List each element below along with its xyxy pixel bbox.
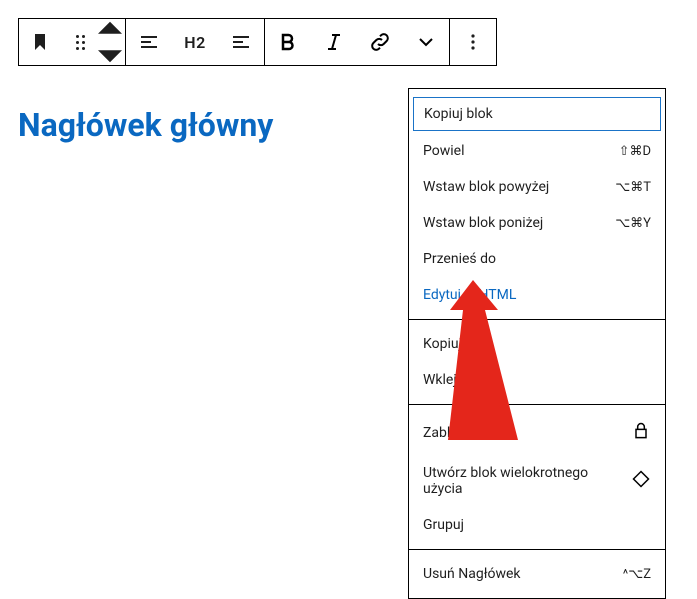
menu-paste-styles[interactable]: Wklej style xyxy=(409,362,665,398)
menu-shortcut: ⌥⌘T xyxy=(615,180,651,195)
toolbar-group-format xyxy=(265,19,450,65)
chevron-down-icon xyxy=(414,30,438,54)
menu-shortcut: ⇧⌘D xyxy=(619,144,651,159)
menu-copy-block[interactable]: Kopiuj blok xyxy=(413,97,661,131)
chevron-up-icon xyxy=(98,17,122,41)
menu-label: Zablokuj xyxy=(423,425,476,441)
lock-icon xyxy=(631,421,651,445)
text-align-icon xyxy=(229,30,253,54)
text-align-button[interactable] xyxy=(218,19,264,65)
options-dropdown: Kopiuj blok Powiel ⇧⌘D Wstaw blok powyże… xyxy=(408,88,666,599)
menu-label: Powiel xyxy=(423,143,464,159)
chevron-down-icon xyxy=(98,43,122,67)
menu-group[interactable]: Grupuj xyxy=(409,507,665,543)
menu-move-to[interactable]: Przenieś do xyxy=(409,241,665,277)
link-button[interactable] xyxy=(357,19,403,65)
kebab-icon xyxy=(461,30,485,54)
menu-copy-styles[interactable]: Kopiuj st xyxy=(409,326,665,362)
italic-button[interactable] xyxy=(311,19,357,65)
menu-label: Wklej style xyxy=(423,372,489,388)
options-button[interactable] xyxy=(450,19,496,65)
italic-icon xyxy=(322,30,346,54)
toolbar-group-align: H2 xyxy=(126,19,265,65)
menu-reusable[interactable]: Utwórz blok wielokrotnego użycia xyxy=(409,455,665,507)
dropdown-section-4: Usuń Nagłówek ^⌥Z xyxy=(409,550,665,598)
block-type-button[interactable] xyxy=(19,19,65,65)
menu-lock[interactable]: Zablokuj xyxy=(409,411,665,455)
heading-level-button[interactable]: H2 xyxy=(172,19,218,65)
dropdown-section-3: Zablokuj Utwórz blok wielokrotnego użyci… xyxy=(409,405,665,550)
menu-insert-above[interactable]: Wstaw blok powyżej ⌥⌘T xyxy=(409,169,665,205)
link-icon xyxy=(368,30,392,54)
menu-label: Wstaw blok poniżej xyxy=(423,215,543,231)
menu-label: Utwórz blok wielokrotnego użycia xyxy=(423,465,631,497)
menu-label: Kopiuj st xyxy=(423,336,477,352)
dropdown-section-1: Kopiuj blok Powiel ⇧⌘D Wstaw blok powyże… xyxy=(409,89,665,320)
menu-duplicate[interactable]: Powiel ⇧⌘D xyxy=(409,133,665,169)
toolbar-group-block xyxy=(19,19,126,65)
menu-label: Wstaw blok powyżej xyxy=(423,179,549,195)
dropdown-section-2: Kopiuj st Wklej style xyxy=(409,320,665,405)
drag-icon xyxy=(76,35,85,50)
toolbar-group-options xyxy=(450,19,496,65)
menu-shortcut: ^⌥Z xyxy=(623,567,651,582)
drag-handle[interactable] xyxy=(65,19,95,65)
bold-icon xyxy=(276,30,300,54)
align-icon xyxy=(137,30,161,54)
block-toolbar: H2 xyxy=(18,18,497,66)
menu-insert-below[interactable]: Wstaw blok poniżej ⌥⌘Y xyxy=(409,205,665,241)
menu-label: Grupuj xyxy=(423,517,464,533)
menu-label: Usuń Nagłówek xyxy=(423,566,521,582)
menu-label: Kopiuj blok xyxy=(424,106,493,122)
menu-label: Przenieś do xyxy=(423,251,496,267)
menu-edit-html[interactable]: Edytuj w HTML xyxy=(409,277,665,313)
align-button[interactable] xyxy=(126,19,172,65)
bold-button[interactable] xyxy=(265,19,311,65)
move-buttons[interactable] xyxy=(95,19,125,65)
reusable-icon xyxy=(631,469,651,493)
menu-label: Edytuj w HTML xyxy=(423,287,516,303)
more-format-button[interactable] xyxy=(403,19,449,65)
heading-level-label: H2 xyxy=(184,33,205,52)
menu-shortcut: ⌥⌘Y xyxy=(615,216,651,231)
